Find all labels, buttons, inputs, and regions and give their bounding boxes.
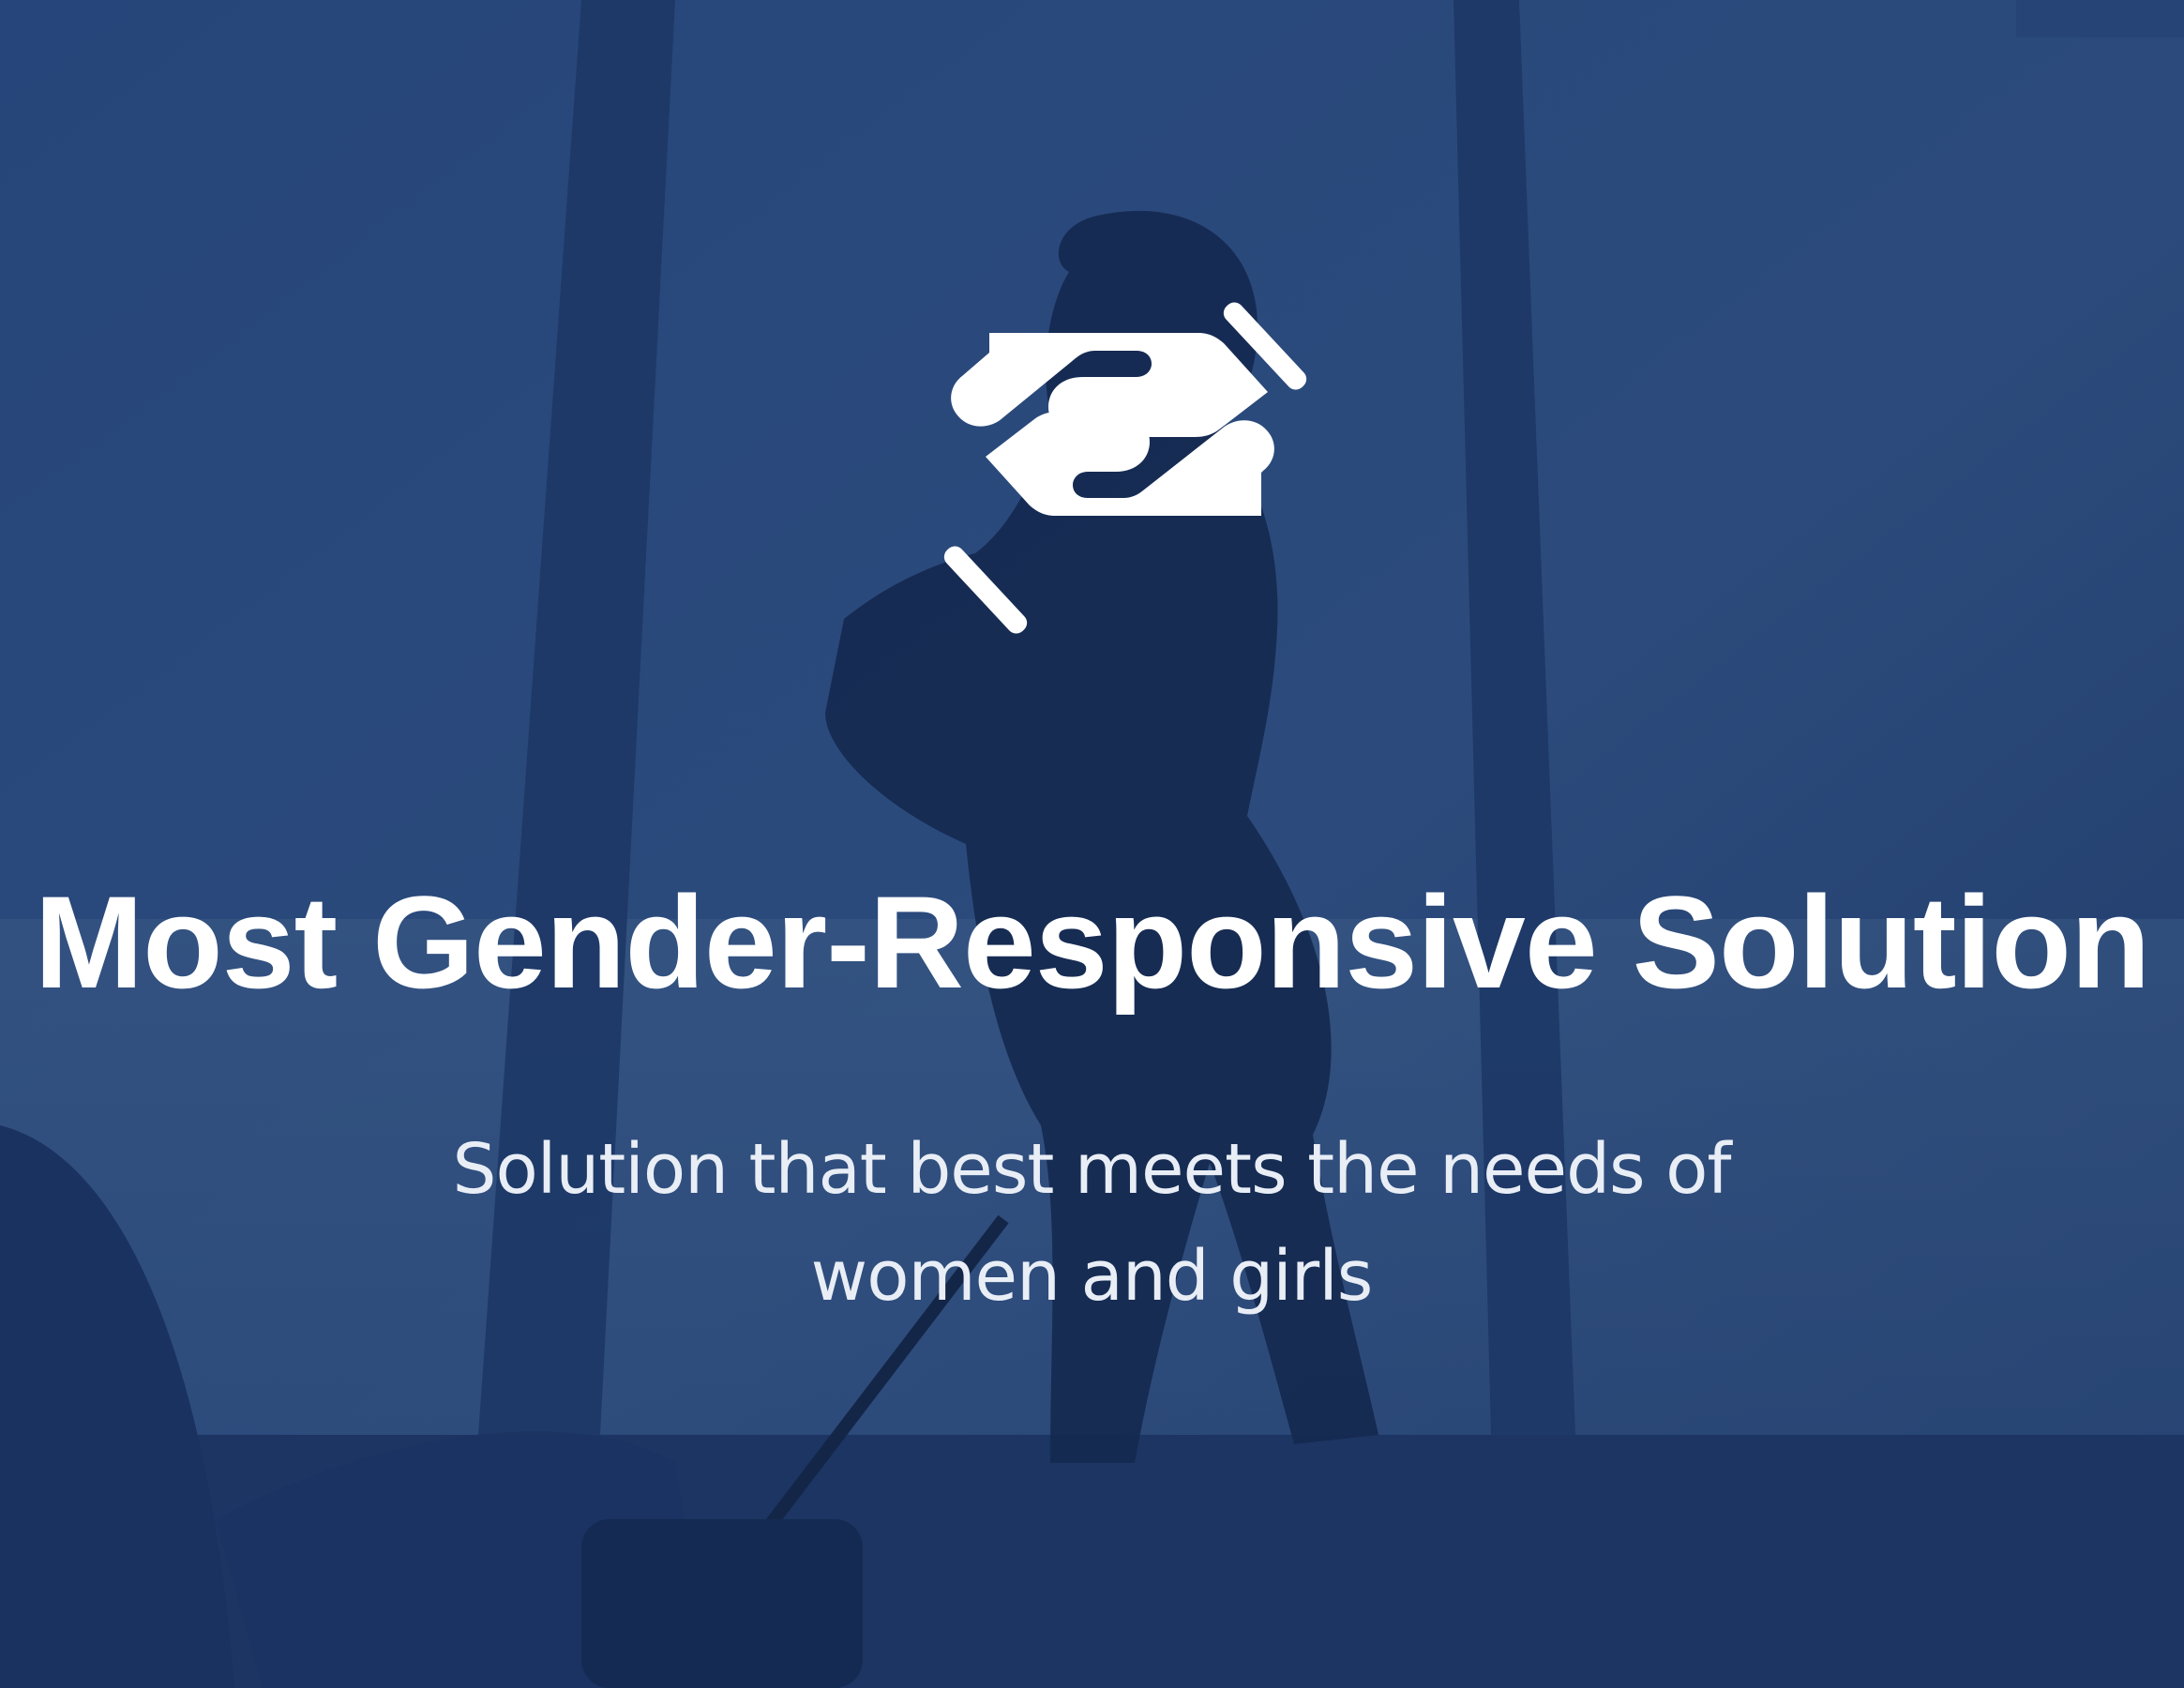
helping-hands-icon [900, 281, 1350, 675]
background-photo [0, 0, 2184, 1688]
slide-title: Most Gender-Responsive Solution [34, 868, 2151, 1016]
slide-subtitle: Solution that best meets the needs of wo… [452, 1129, 1732, 1317]
